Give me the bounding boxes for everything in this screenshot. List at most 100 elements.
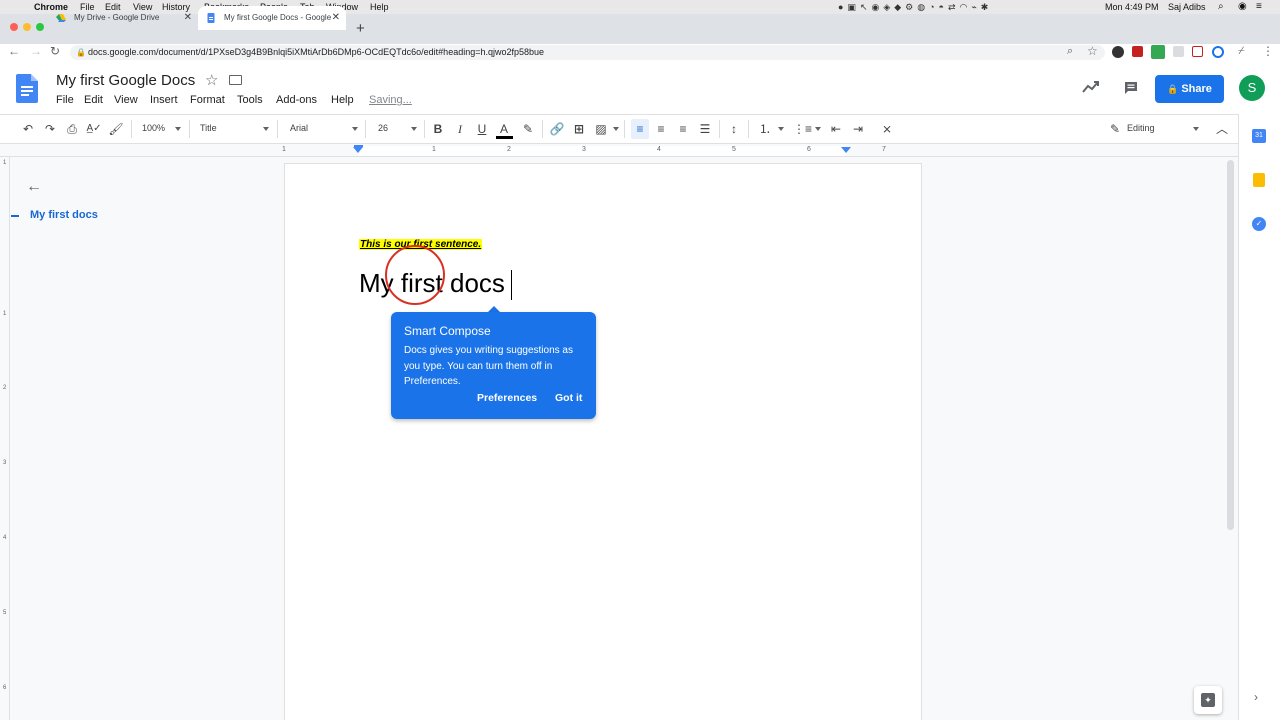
outline-heading-item[interactable]: My first docs — [30, 209, 98, 221]
pencil-icon[interactable]: ✎ — [1107, 121, 1123, 137]
align-right-icon[interactable]: ≡ — [675, 121, 691, 137]
activity-trend-icon[interactable] — [1082, 80, 1100, 94]
bulleted-list-icon[interactable]: ⋮≡ — [793, 121, 812, 137]
extension-beta-icon[interactable] — [1151, 45, 1165, 59]
avatar[interactable]: S — [1239, 75, 1265, 101]
tab-my-drive[interactable]: My Drive - Google Drive ✕ — [48, 6, 198, 30]
paragraph-style-select[interactable]: Title — [200, 123, 217, 133]
tasks-icon[interactable]: ✓ — [1252, 217, 1266, 231]
menu-add-ons[interactable]: Add-ons — [276, 94, 317, 106]
lock-icon: 🔒 — [1167, 84, 1179, 94]
star-icon[interactable]: ☆ — [205, 71, 218, 89]
smart-compose-title: Smart Compose — [404, 324, 491, 338]
extension-icon[interactable]: ⌿ — [1238, 45, 1245, 58]
explore-button[interactable]: ✦ — [1194, 686, 1222, 714]
docs-logo-icon[interactable] — [16, 74, 38, 103]
calendar-icon[interactable]: 31 — [1252, 129, 1266, 143]
close-outline-icon[interactable]: ← — [26, 178, 42, 196]
ruler-number: 4 — [657, 146, 661, 153]
line-spacing-icon[interactable]: ↕ — [726, 121, 742, 137]
underline-button[interactable]: U — [474, 121, 490, 137]
spellcheck-icon[interactable]: A̲✓ — [86, 121, 102, 137]
status-icons[interactable]: ●▣↖◉◈◆⚙◍◔◓⇄◠⌁✱ — [838, 0, 992, 14]
mac-menu-help[interactable]: Help — [370, 0, 389, 14]
insert-comment-icon[interactable]: ⊞ — [571, 121, 587, 137]
menu-edit[interactable]: Edit — [84, 94, 103, 106]
minimize-window-icon[interactable] — [23, 23, 31, 31]
align-center-icon[interactable]: ≡ — [653, 121, 669, 137]
siri-icon[interactable]: ◉ — [1238, 0, 1247, 14]
menu-view[interactable]: View — [114, 94, 138, 106]
insert-image-icon[interactable]: ▨ — [593, 121, 609, 137]
font-size-select[interactable]: 26 — [378, 123, 388, 133]
maximize-window-icon[interactable] — [36, 23, 44, 31]
insert-link-icon[interactable]: 🔗 — [549, 121, 565, 137]
bold-button[interactable]: B — [430, 121, 446, 137]
extension-icon[interactable] — [1112, 46, 1124, 58]
extension-icon[interactable] — [1173, 46, 1184, 57]
increase-indent-icon[interactable]: ⇥ — [850, 121, 866, 137]
got-it-button[interactable]: Got it — [555, 392, 582, 404]
ruler-number: 3 — [582, 146, 586, 153]
italic-button[interactable]: I — [452, 121, 468, 137]
tab-my-first-google-docs[interactable]: My first Google Docs - Google ✕ — [198, 6, 346, 30]
close-tab-icon[interactable]: ✕ — [184, 6, 192, 30]
extension-icon[interactable] — [1212, 46, 1224, 58]
menu-format[interactable]: Format — [190, 94, 225, 106]
user-name[interactable]: Saj Adibs — [1168, 0, 1206, 14]
zoom-icon[interactable]: ⌕ — [1067, 45, 1073, 58]
control-center-icon[interactable]: ≡ — [1256, 0, 1262, 14]
left-indent-marker[interactable] — [353, 147, 363, 153]
right-indent-marker[interactable] — [841, 147, 851, 153]
menu-file[interactable]: File — [56, 94, 74, 106]
vertical-ruler-number: 4 — [3, 535, 7, 541]
preferences-button[interactable]: Preferences — [477, 392, 537, 404]
clear-formatting-icon[interactable]: ⨯ — [879, 121, 895, 137]
extension-icon[interactable] — [1132, 46, 1143, 57]
print-icon[interactable]: ⎙ — [64, 121, 80, 137]
paint-format-icon[interactable]: 🖌 — [108, 121, 124, 137]
scrollbar-thumb[interactable] — [1227, 160, 1234, 530]
expand-side-panel-icon[interactable]: › — [1254, 690, 1258, 704]
document-title[interactable]: My first Google Docs — [56, 72, 195, 89]
url-text: docs.google.com/document/d/1PXseD3g4B9Bn… — [88, 47, 545, 57]
font-select[interactable]: Arial — [290, 123, 308, 133]
menu-tools[interactable]: Tools — [237, 94, 263, 106]
first-line-indent-marker[interactable] — [354, 145, 363, 147]
align-left-icon[interactable]: ≡ — [632, 121, 648, 137]
new-tab-button[interactable]: + — [356, 20, 365, 37]
save-status[interactable]: Saving... — [369, 94, 412, 106]
move-folder-icon[interactable] — [229, 75, 242, 85]
zoom-select[interactable]: 100% — [142, 123, 165, 133]
bookmark-star-icon[interactable]: ☆ — [1087, 44, 1098, 58]
editing-mode-select[interactable]: Editing — [1127, 123, 1155, 133]
forward-icon[interactable]: → — [30, 44, 42, 58]
ruler-number: 1 — [282, 146, 286, 153]
decrease-indent-icon[interactable]: ⇤ — [828, 121, 844, 137]
clock[interactable]: Mon 4:49 PM — [1105, 0, 1159, 14]
address-bar[interactable]: 🔒 docs.google.com/document/d/1PXseD3g4B9… — [70, 45, 1105, 60]
numbered-list-icon[interactable]: ⒈ — [757, 121, 773, 137]
highlight-color-icon[interactable]: ✎ — [520, 121, 536, 137]
spotlight-icon[interactable]: ⌕ — [1218, 0, 1224, 14]
comments-icon[interactable] — [1123, 80, 1139, 96]
align-justify-icon[interactable]: ☰ — [697, 121, 713, 137]
extension-icon[interactable] — [1192, 46, 1203, 57]
ruler-number: 7 — [882, 146, 886, 153]
undo-icon[interactable]: ↶ — [20, 121, 36, 137]
text-color-button[interactable]: A — [496, 121, 512, 137]
smart-compose-body: Docs gives you writing suggestions as yo… — [404, 345, 573, 387]
vertical-ruler[interactable] — [0, 157, 10, 720]
reload-icon[interactable]: ↻ — [50, 44, 60, 58]
redo-icon[interactable]: ↷ — [42, 121, 58, 137]
keep-icon[interactable] — [1253, 173, 1265, 187]
close-tab-icon[interactable]: ✕ — [332, 6, 340, 30]
close-window-icon[interactable] — [10, 23, 18, 31]
menu-help[interactable]: Help — [331, 94, 354, 106]
vertical-ruler-number: 3 — [3, 460, 7, 466]
collapse-menus-icon[interactable]: ︿ — [1214, 121, 1230, 137]
share-button[interactable]: 🔒 Share — [1155, 75, 1224, 103]
browser-menu-icon[interactable]: ⋮ — [1262, 44, 1274, 58]
back-icon[interactable]: ← — [8, 44, 20, 58]
menu-insert[interactable]: Insert — [150, 94, 178, 106]
